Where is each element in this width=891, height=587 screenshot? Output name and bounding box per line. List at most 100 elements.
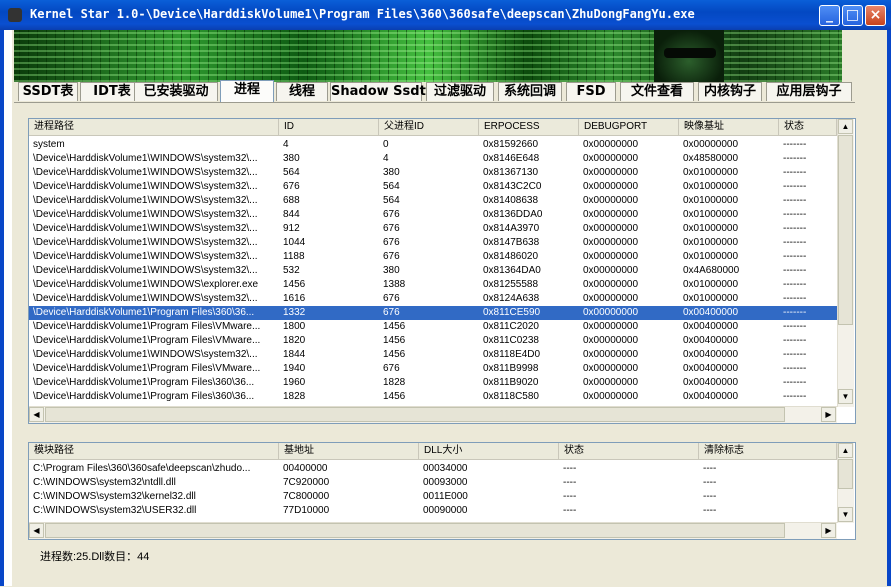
maximize-button[interactable]: □ [842,5,863,26]
process-cell: 0x811C2020 [483,321,539,332]
tab-system-callbacks[interactable]: 系统回调 [498,82,562,101]
module-table-row[interactable]: C:\WINDOWS\system32\kernel32.dll 7C800000… [29,490,837,504]
process-cell: \Device\HarddiskVolume1\WINDOWS\explorer… [33,279,259,290]
process-table-row[interactable]: \Device\HarddiskVolume1\WINDOWS\system32… [29,180,837,194]
module-column-header[interactable]: 基地址 [279,443,419,459]
scroll-left-arrow-icon[interactable]: ◀ [29,523,44,538]
process-cell: 676 [383,307,400,318]
process-table-row[interactable]: \Device\HarddiskVolume1\Program Files\36… [29,306,837,320]
process-cell: ------- [783,153,807,164]
scroll-right-arrow-icon[interactable]: ▶ [821,407,836,422]
process-column-header[interactable]: 父进程ID [379,119,479,135]
process-table-row[interactable]: \Device\HarddiskVolume1\Program Files\36… [29,390,837,404]
module-cell: ---- [563,463,577,474]
process-table-row[interactable]: \Device\HarddiskVolume1\WINDOWS\system32… [29,250,837,264]
process-table-row[interactable]: \Device\HarddiskVolume1\Program Files\VM… [29,334,837,348]
module-cell: ---- [703,463,717,474]
process-cell: 676 [383,251,400,262]
process-cell: 0x00000000 [583,363,639,374]
scroll-up-arrow-icon[interactable]: ▲ [838,119,853,134]
process-cell: 1456 [283,279,306,290]
module-hscroll-thumb[interactable] [45,523,785,538]
process-table-row[interactable]: \Device\HarddiskVolume1\WINDOWS\system32… [29,194,837,208]
process-table-row[interactable]: \Device\HarddiskVolume1\WINDOWS\system32… [29,166,837,180]
process-cell: 912 [283,223,300,234]
process-cell: 0x00000000 [583,321,639,332]
process-cell: 676 [383,223,400,234]
process-list-hscrollbar[interactable]: ◀ ▶ [29,406,837,423]
process-table-row[interactable]: \Device\HarddiskVolume1\WINDOWS\system32… [29,264,837,278]
scroll-down-arrow-icon[interactable]: ▼ [838,507,853,522]
process-cell: 0x01000000 [683,209,739,220]
process-table-row[interactable]: system 4 0 0x81592660 0x00000000 0x00000000 --… [29,138,837,152]
tab-shadow-ssdt[interactable]: Shadow Ssdt [330,82,426,101]
process-cell: 1456 [383,335,406,346]
process-cell: 0x00400000 [683,307,739,318]
process-cell: 0x81592660 [483,139,539,150]
process-column-header[interactable]: 进程路径 [29,119,279,135]
title-bar[interactable]: Kernel Star 1.0-\Device\HarddiskVolume1\… [0,0,891,30]
module-column-header[interactable]: 状态 [559,443,699,459]
process-cell: 0x00000000 [583,391,639,402]
process-table-row[interactable]: \Device\HarddiskVolume1\WINDOWS\system32… [29,292,837,306]
tab-thread[interactable]: 线程 [276,82,328,101]
tab-fsd[interactable]: FSD [566,82,616,101]
process-table-row[interactable]: \Device\HarddiskVolume1\WINDOWS\system32… [29,236,837,250]
process-column-header[interactable]: 状态 [779,119,837,135]
module-cell: 77D10000 [283,505,330,516]
process-cell: 0x811B9020 [483,377,539,388]
process-table-row[interactable]: \Device\HarddiskVolume1\WINDOWS\system32… [29,222,837,236]
module-column-header[interactable]: 模块路径 [29,443,279,459]
module-cell: 00093000 [423,477,468,488]
module-cell: 0011E000 [423,491,468,502]
module-vscroll-thumb[interactable] [838,459,853,489]
tab-process[interactable]: 进程 [220,80,274,102]
process-column-header[interactable]: 映像基址 [679,119,779,135]
process-table-row[interactable]: \Device\HarddiskVolume1\WINDOWS\system32… [29,152,837,166]
process-table-row[interactable]: \Device\HarddiskVolume1\WINDOWS\system32… [29,208,837,222]
tab-filter-drivers[interactable]: 过滤驱动 [426,82,494,101]
tab-kernel-hooks[interactable]: 内核钩子 [698,82,762,101]
process-cell: 1820 [283,335,306,346]
module-list[interactable]: 模块路径 基地址 DLL大小 状态 清除标志 C:\Program Files\360\… [28,442,856,540]
process-table-row[interactable]: \Device\HarddiskVolume1\WINDOWS\system32… [29,348,837,362]
tab-installed-drivers[interactable]: 已安装驱动 [134,82,218,101]
scroll-left-arrow-icon[interactable]: ◀ [29,407,44,422]
module-table-row[interactable]: C:\WINDOWS\system32\ntdll.dll 7C920000 000… [29,476,837,490]
status-text: 进程数:25.Dll数目：44 [40,551,150,563]
process-table-row[interactable]: \Device\HarddiskVolume1\Program Files\VM… [29,320,837,334]
module-column-header[interactable]: 清除标志 [699,443,837,459]
module-list-hscrollbar[interactable]: ◀ ▶ [29,522,837,539]
process-hscroll-thumb[interactable] [45,407,785,422]
process-cell: 1332 [283,307,306,318]
process-table-row[interactable]: \Device\HarddiskVolume1\Program Files\VM… [29,362,837,376]
process-vscroll-thumb[interactable] [838,135,853,325]
module-cell: 7C920000 [283,477,330,488]
process-list-vscrollbar[interactable]: ▲ ▼ [837,119,854,407]
tab-ssdt[interactable]: SSDT表 [18,82,78,101]
scroll-right-arrow-icon[interactable]: ▶ [821,523,836,538]
minimize-button[interactable]: _ [819,5,840,26]
tab-file-viewer[interactable]: 文件查看 [620,82,694,101]
process-cell: 1188 [283,251,305,262]
process-table-row[interactable]: \Device\HarddiskVolume1\WINDOWS\explorer… [29,278,837,292]
process-column-header[interactable]: ID [279,119,379,135]
process-cell: 0x00000000 [583,181,639,192]
process-list[interactable]: 进程路径 ID 父进程ID ERPOCESS DEBUGPORT 映像基址 状态 syste… [28,118,856,424]
module-cell: 00090000 [423,505,468,516]
close-button[interactable]: × [865,5,886,26]
process-cell: 380 [283,153,300,164]
process-cell: \Device\HarddiskVolume1\Program Files\36… [33,377,255,388]
module-column-header[interactable]: DLL大小 [419,443,559,459]
tab-user-hooks[interactable]: 应用层钩子 [766,82,852,101]
app-icon [8,8,22,22]
scroll-up-arrow-icon[interactable]: ▲ [838,443,853,458]
process-table-row[interactable]: \Device\HarddiskVolume1\Program Files\36… [29,376,837,390]
process-column-header[interactable]: ERPOCESS [479,119,579,135]
process-cell: 1828 [383,377,406,388]
module-table-row[interactable]: C:\Program Files\360\360safe\deepscan\zh… [29,462,837,476]
scroll-down-arrow-icon[interactable]: ▼ [838,389,853,404]
process-column-header[interactable]: DEBUGPORT [579,119,679,135]
module-table-row[interactable]: C:\WINDOWS\system32\USER32.dll 77D10000 00… [29,504,837,518]
module-list-vscrollbar[interactable]: ▲ ▼ [837,443,854,523]
